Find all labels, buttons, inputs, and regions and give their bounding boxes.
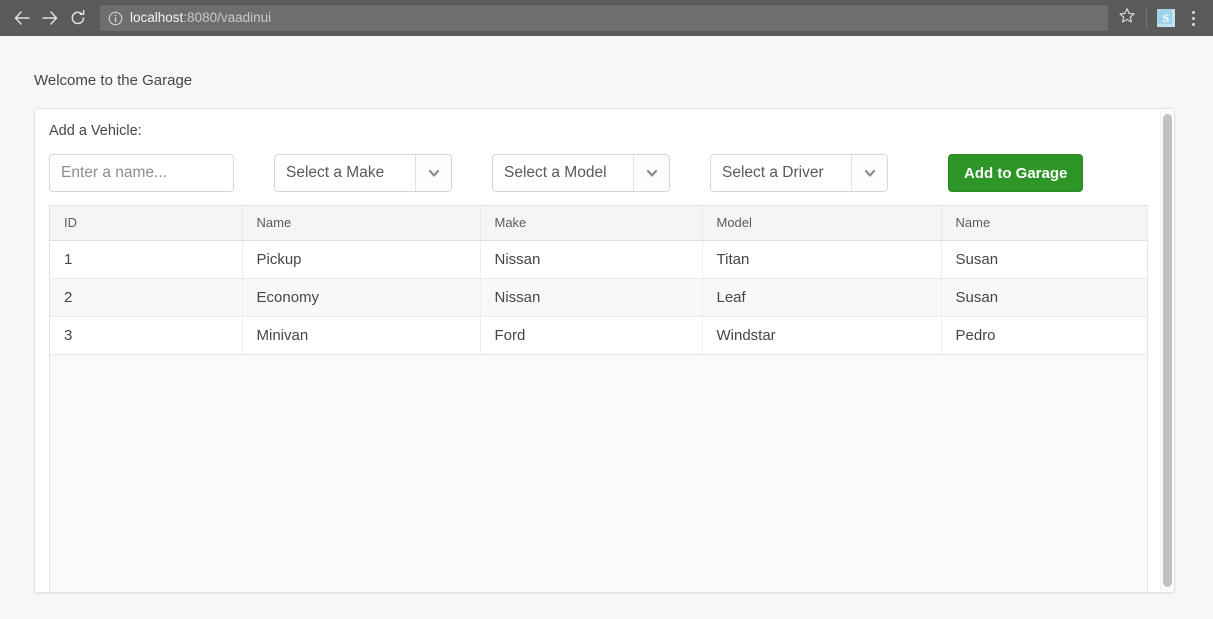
menu-dot	[1191, 22, 1195, 26]
chevron-down-icon[interactable]	[633, 155, 669, 191]
url-path: :8080/vaadinui	[183, 10, 272, 25]
vehicles-grid: ID Name Make Model Name 1 Pickup Nissan	[49, 205, 1148, 592]
cell-model: Windstar	[702, 316, 942, 355]
three-dot-menu-icon	[1191, 10, 1195, 14]
arrow-left-icon	[13, 9, 31, 27]
info-circle-icon[interactable]	[108, 11, 123, 26]
cell-driver: Pedro	[941, 316, 1147, 355]
cell-name: Pickup	[242, 240, 481, 279]
page-content: Welcome to the Garage Add a Vehicle: Sel…	[0, 36, 1213, 619]
cell-make: Nissan	[480, 278, 703, 317]
menu-dot	[1191, 16, 1195, 20]
model-select[interactable]: Select a Model	[492, 154, 670, 192]
cell-driver: Susan	[941, 278, 1147, 317]
driver-select-value: Select a Driver	[722, 164, 824, 181]
scrollbar-thumb[interactable]	[1163, 114, 1172, 587]
cell-id: 2	[50, 278, 243, 317]
vehicle-name-input[interactable]	[49, 154, 234, 192]
table-row[interactable]: 3 Minivan Ford Windstar Pedro	[50, 316, 1147, 355]
cell-driver: Susan	[941, 240, 1147, 279]
model-select-value: Select a Model	[504, 164, 607, 181]
browser-toolbar: localhost:8080/vaadinui S	[0, 0, 1213, 36]
driver-select[interactable]: Select a Driver	[710, 154, 888, 192]
add-vehicle-form: Select a Make Select a Model	[49, 154, 1084, 192]
column-header-id[interactable]: ID	[50, 206, 243, 241]
table-row[interactable]: 2 Economy Nissan Leaf Susan	[50, 278, 1147, 317]
column-header-name[interactable]: Name	[242, 206, 481, 241]
forward-button[interactable]	[36, 4, 64, 32]
cell-id: 1	[50, 240, 243, 279]
chevron-down-icon[interactable]	[851, 155, 887, 191]
table-body: 1 Pickup Nissan Titan Susan 2 Economy Ni…	[50, 240, 1147, 355]
bookmark-button[interactable]	[1112, 4, 1142, 32]
table-header-row: ID Name Make Model Name	[50, 206, 1147, 241]
browser-menu-button[interactable]	[1181, 4, 1205, 32]
column-header-driver-name[interactable]: Name	[941, 206, 1147, 241]
form-heading: Add a Vehicle:	[49, 123, 142, 139]
make-select-value: Select a Make	[286, 164, 385, 181]
address-bar[interactable]: localhost:8080/vaadinui	[100, 5, 1108, 31]
chevron-down-icon[interactable]	[415, 155, 451, 191]
cell-model: Titan	[702, 240, 942, 279]
cell-name: Minivan	[242, 316, 481, 355]
cell-make: Ford	[480, 316, 703, 355]
cell-id: 3	[50, 316, 243, 355]
garage-panel: Add a Vehicle: Select a Make Select a Mo…	[34, 108, 1175, 593]
table-row[interactable]: 1 Pickup Nissan Titan Susan	[50, 240, 1147, 279]
column-header-make[interactable]: Make	[480, 206, 703, 241]
cell-name: Economy	[242, 278, 481, 317]
back-button[interactable]	[8, 4, 36, 32]
page-title: Welcome to the Garage	[34, 72, 193, 89]
add-to-garage-button[interactable]: Add to Garage	[948, 154, 1084, 192]
url-text: localhost:8080/vaadinui	[130, 5, 271, 31]
make-select[interactable]: Select a Make	[274, 154, 452, 192]
extension-icon[interactable]: S	[1157, 9, 1175, 27]
table-header: ID Name Make Model Name	[50, 206, 1147, 241]
cell-model: Leaf	[702, 278, 942, 317]
url-host: localhost	[130, 10, 184, 25]
column-header-model[interactable]: Model	[702, 206, 942, 241]
toolbar-divider	[1146, 7, 1147, 29]
vehicles-table: ID Name Make Model Name 1 Pickup Nissan	[50, 206, 1147, 355]
star-icon	[1118, 7, 1136, 30]
panel-scrollbar[interactable]	[1160, 110, 1173, 591]
cell-make: Nissan	[480, 240, 703, 279]
panel-content: Add a Vehicle: Select a Make Select a Mo…	[35, 109, 1162, 592]
reload-button[interactable]	[64, 4, 92, 32]
arrow-right-icon	[41, 9, 59, 27]
reload-icon	[69, 9, 87, 27]
